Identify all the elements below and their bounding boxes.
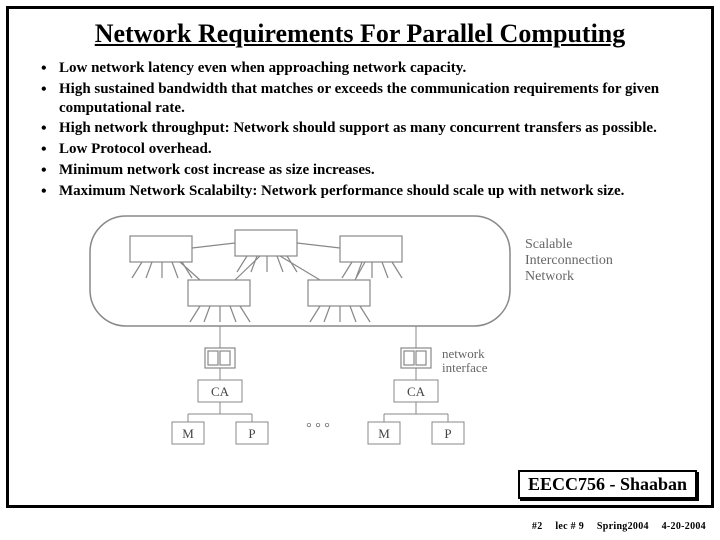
course-box: EECC756 - Shaaban [518,470,697,499]
p-label: P [248,426,255,441]
bullet-item: Low Protocol overhead. [35,140,691,159]
cloud-label-3: Network [525,269,574,284]
bullet-item: Minimum network cost increase as size in… [35,161,691,180]
p-label: P [444,426,451,441]
bullet-item: High network throughput: Network should … [35,119,691,138]
network-diagram: Scalable Interconnection Network network… [80,208,640,453]
m-label: M [182,426,194,441]
iface-label-2: interface [442,360,488,375]
ellipsis: ° ° ° [306,421,330,436]
m-label: M [378,426,390,441]
footer: #2 lec # 9 Spring2004 4-20-2004 [522,521,706,532]
bullet-item: Low network latency even when approachin… [35,59,691,78]
footer-slide: #2 [532,521,543,532]
footer-term: Spring2004 [597,521,649,532]
bullet-item: High sustained bandwidth that matches or… [35,80,691,118]
iface-label: network [442,346,485,361]
ca-label: CA [211,384,230,399]
slide-title: Network Requirements For Parallel Comput… [29,19,691,49]
footer-lec: lec # 9 [555,521,584,532]
bullet-list: Low network latency even when approachin… [35,59,691,200]
bullet-item: Maximum Network Scalabilty: Network perf… [35,182,691,201]
cloud-label-1: Scalable [525,237,572,252]
cloud-label-2: Interconnection [525,253,613,268]
ca-label: CA [407,384,426,399]
footer-date: 4-20-2004 [662,521,706,532]
